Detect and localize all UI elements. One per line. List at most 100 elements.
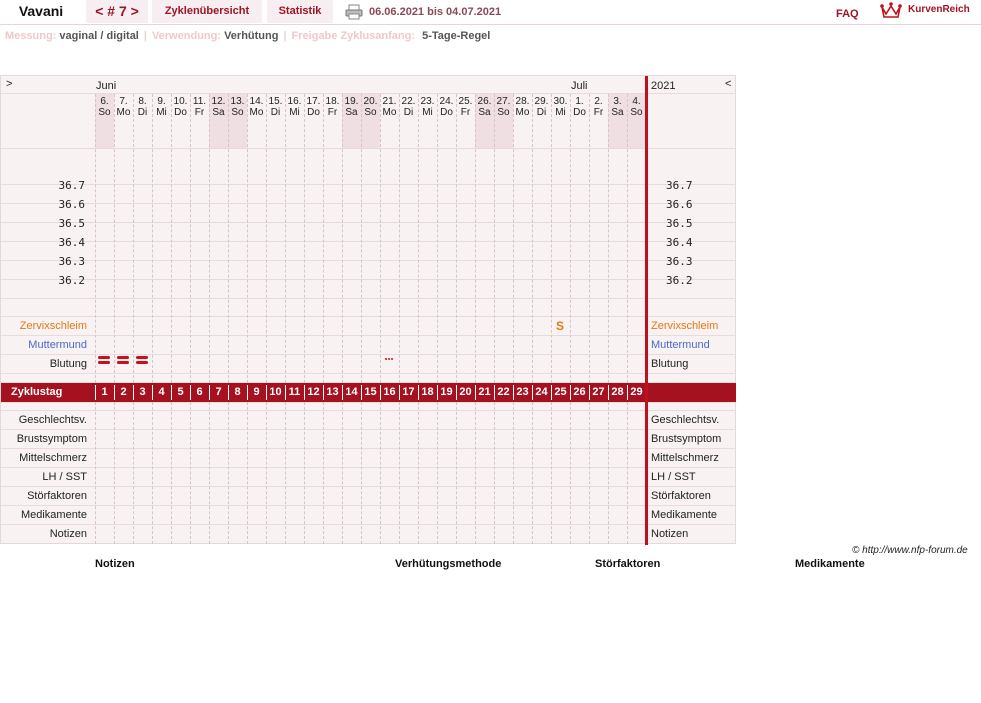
day-number: 16. [287, 96, 302, 107]
day-label[interactable]: 29. Di [532, 96, 551, 118]
disturbances-heading: Störfaktoren [595, 558, 661, 570]
tab-cycle-overview[interactable]: Zyklenübersicht [152, 0, 262, 23]
day-label[interactable]: 25. Fr [456, 96, 475, 118]
grid-line [1, 524, 736, 525]
day-label[interactable]: 30. Mi [551, 96, 570, 118]
day-separator [323, 402, 324, 544]
day-separator [456, 402, 457, 544]
day-number: 13. [230, 96, 245, 107]
top-bar: Vavani < # 7 > Zyklenübersicht Statistik… [0, 0, 981, 25]
row-label-left: Störfaktoren [27, 490, 87, 502]
day-separator [152, 402, 153, 544]
day-label[interactable]: 13. So [228, 96, 247, 118]
day-label[interactable]: 9. Mi [152, 96, 171, 118]
day-label[interactable]: 18. Fr [323, 96, 342, 118]
day-number: 21. [382, 96, 397, 107]
day-label[interactable]: 4. So [627, 96, 646, 118]
month-july: Juli [571, 80, 588, 92]
cycle-day-number: 13 [326, 386, 339, 398]
cycle-day-number: 7 [215, 386, 222, 398]
day-label[interactable]: 19. Sa [342, 96, 361, 118]
day-separator [247, 94, 248, 383]
day-label[interactable]: 15. Di [266, 96, 285, 118]
cycle-day-number: 2 [120, 386, 127, 398]
cycle-end-line [645, 76, 648, 545]
day-label[interactable]: 21. Mo [380, 96, 399, 118]
weekday: Fr [327, 107, 338, 118]
day-separator [437, 402, 438, 544]
cycle-day-number: 29 [630, 386, 643, 398]
day-label[interactable]: 17. Do [304, 96, 323, 118]
day-label[interactable]: 23. Mi [418, 96, 437, 118]
faq-link[interactable]: FAQ [836, 2, 859, 26]
grid-line [1, 448, 736, 449]
weekday: So [497, 107, 510, 118]
day-label[interactable]: 10. Do [171, 96, 190, 118]
day-label[interactable]: 12. Sa [209, 96, 228, 118]
weekday: Do [174, 107, 187, 118]
day-separator [152, 94, 153, 383]
credit-text[interactable]: © http://www.nfp-forum.de [852, 545, 968, 556]
temp-label-left: 36.4 [58, 236, 86, 249]
row-label-right: Geschlechtsv. [651, 414, 720, 426]
day-label[interactable]: 6. So [95, 96, 114, 118]
day-separator [399, 94, 400, 383]
day-separator [570, 94, 571, 383]
day-label[interactable]: 14. Mo [247, 96, 266, 118]
row-label-left: Mittelschmerz [19, 452, 87, 464]
cycle-day-number: 10 [269, 386, 282, 398]
row-label-left: LH / SST [42, 471, 87, 483]
cycle-navigation[interactable]: < # 7 > [86, 0, 148, 23]
day-label[interactable]: 20. So [361, 96, 380, 118]
day-label[interactable]: 2. Fr [589, 96, 608, 118]
day-label[interactable]: 22. Di [399, 96, 418, 118]
nav-prev-arrow[interactable]: > [6, 78, 12, 90]
row-label-left: Muttermund [28, 339, 87, 351]
weekday: So [630, 107, 643, 118]
day-label[interactable]: 1. Do [570, 96, 589, 118]
day-label[interactable]: 11. Fr [190, 96, 209, 118]
weekday: Di [137, 107, 148, 118]
day-number: 11. [192, 96, 207, 107]
grid-line [1, 402, 736, 403]
day-number: 12. [211, 96, 226, 107]
grid-line [1, 354, 736, 355]
cycle-day-number: 12 [307, 386, 320, 398]
nav-next-arrow[interactable]: < [725, 78, 731, 90]
method-heading: Verhütungsmethode [395, 558, 502, 570]
grid-line [1, 505, 736, 506]
day-separator [228, 402, 229, 544]
bleeding-mark [117, 361, 129, 364]
row-label-right: LH / SST [651, 471, 696, 483]
day-label[interactable]: 3. Sa [608, 96, 627, 118]
day-number: 20. [363, 96, 378, 107]
day-number: 28. [515, 96, 530, 107]
weekday: Di [403, 107, 414, 118]
day-label[interactable]: 27. So [494, 96, 513, 118]
bleeding-mark [136, 356, 148, 359]
day-label[interactable]: 26. Sa [475, 96, 494, 118]
weekday: Mo [515, 107, 530, 118]
day-number: 22. [401, 96, 416, 107]
day-separator [380, 94, 381, 383]
day-label[interactable]: 7. Mo [114, 96, 133, 118]
weekday: Do [440, 107, 453, 118]
temp-label-right: 36.4 [666, 236, 693, 249]
day-separator [95, 402, 96, 544]
cycle-day-number: 28 [611, 386, 624, 398]
use-value: Verhütung [224, 30, 279, 42]
day-label[interactable]: 16. Mi [285, 96, 304, 118]
row-label-left: Brustsymptom [16, 433, 87, 445]
day-separator [361, 402, 362, 544]
logo-text[interactable]: KurvenReich [908, 4, 970, 15]
day-number: 25. [458, 96, 473, 107]
day-label[interactable]: 24. Do [437, 96, 456, 118]
temp-label-right: 36.2 [666, 274, 693, 287]
cycle-day-number: 5 [177, 386, 184, 398]
day-separator [513, 402, 514, 544]
day-label[interactable]: 8. Di [133, 96, 152, 118]
printer-icon[interactable] [345, 4, 363, 20]
tab-statistics[interactable]: Statistik [267, 0, 333, 23]
medication-heading: Medikamente [795, 558, 865, 570]
day-label[interactable]: 28. Mo [513, 96, 532, 118]
